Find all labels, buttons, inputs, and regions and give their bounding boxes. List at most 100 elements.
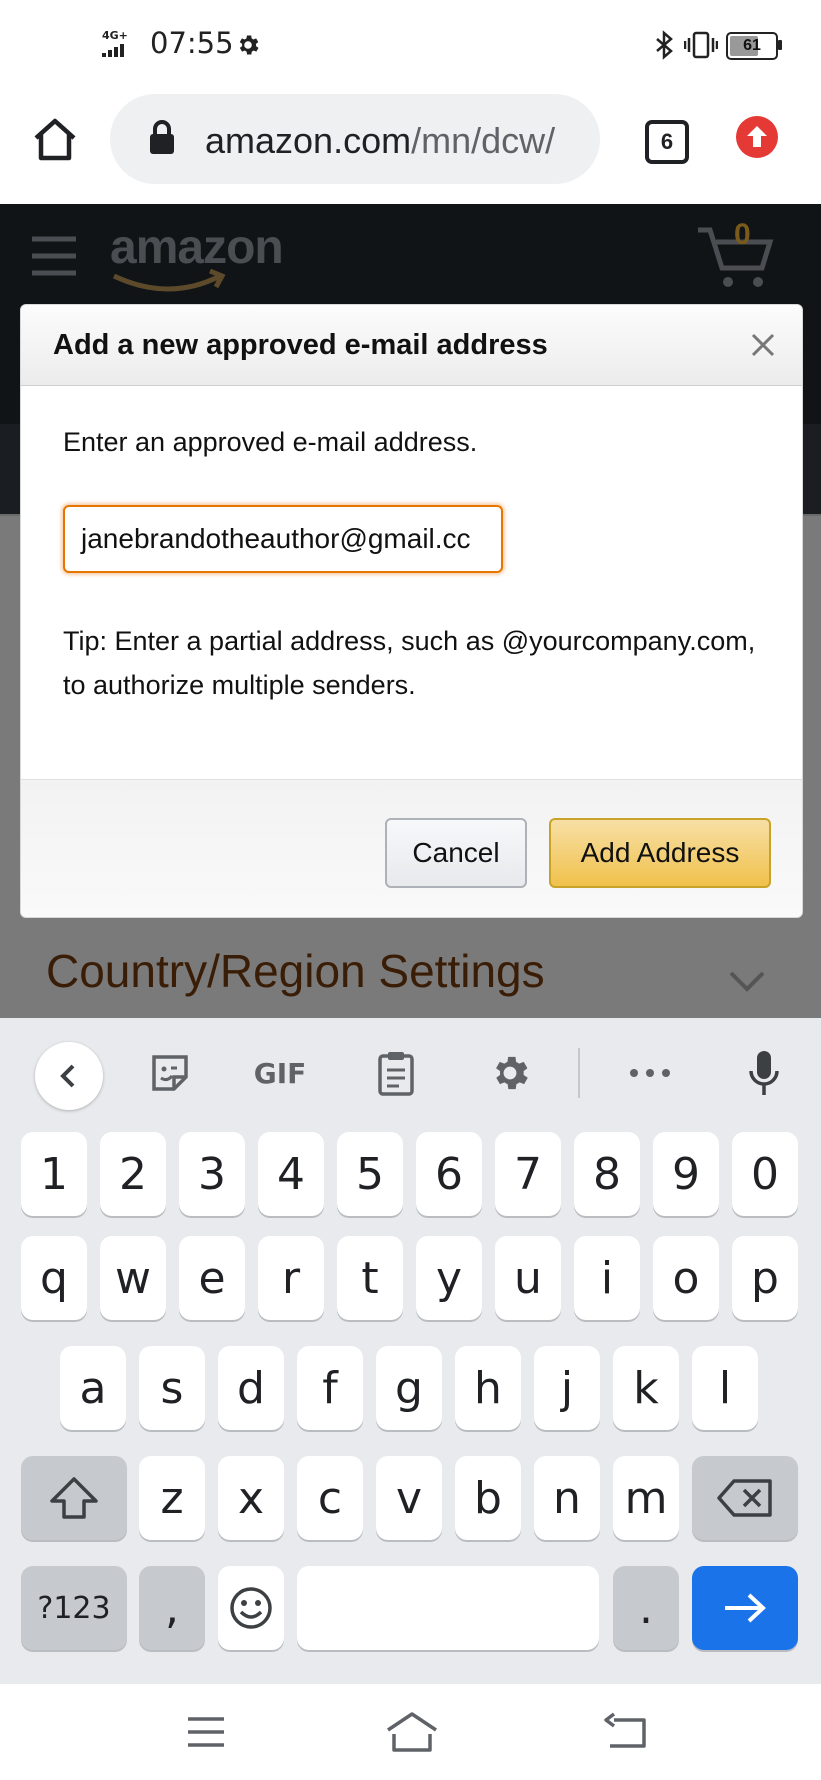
- gif-button[interactable]: GIF: [248, 1040, 312, 1106]
- sticker-button[interactable]: [140, 1040, 200, 1106]
- key-c[interactable]: c: [297, 1456, 363, 1540]
- status-bar: 4G+ 07:55 61: [0, 0, 821, 90]
- voice-input-button[interactable]: [734, 1040, 794, 1106]
- space-bar[interactable]: [297, 1566, 599, 1650]
- key-m[interactable]: m: [613, 1456, 679, 1540]
- key-d[interactable]: d: [218, 1346, 284, 1430]
- key-p[interactable]: p: [732, 1236, 798, 1320]
- hamburger-menu-icon[interactable]: [30, 234, 78, 278]
- toolbar-separator: [578, 1048, 580, 1098]
- vibrate-icon: [684, 31, 718, 59]
- key-o[interactable]: o: [653, 1236, 719, 1320]
- enter-key[interactable]: [692, 1566, 798, 1650]
- cancel-button[interactable]: Cancel: [385, 818, 527, 888]
- email-input[interactable]: janebrandotheauthor@gmail.cc: [63, 505, 503, 573]
- key-e[interactable]: e: [179, 1236, 245, 1320]
- comma-key[interactable]: ,: [139, 1566, 205, 1650]
- battery-icon: 61: [726, 32, 778, 60]
- country-region-heading: Country/Region Settings: [46, 945, 545, 997]
- gear-icon: [496, 1056, 528, 1090]
- key-j[interactable]: j: [534, 1346, 600, 1430]
- key-0[interactable]: 0: [732, 1132, 798, 1216]
- key-7[interactable]: 7: [495, 1132, 561, 1216]
- key-6[interactable]: 6: [416, 1132, 482, 1216]
- period-key[interactable]: .: [613, 1566, 679, 1650]
- chevron-left-icon: [60, 1064, 75, 1088]
- microphone-icon: [749, 1051, 779, 1095]
- clipboard-button[interactable]: [366, 1040, 426, 1106]
- key-3[interactable]: 3: [179, 1132, 245, 1216]
- system-navigation-bar: [0, 1684, 821, 1780]
- key-2[interactable]: 2: [100, 1132, 166, 1216]
- key-9[interactable]: 9: [653, 1132, 719, 1216]
- sticker-icon: [152, 1055, 188, 1091]
- dialog-tip: Tip: Enter a partial address, such as @y…: [63, 626, 756, 700]
- on-screen-keyboard: GIF 1 2 3 4 5 6 7 8 9 0 q w e r t y u i …: [0, 1018, 821, 1684]
- key-g[interactable]: g: [376, 1346, 442, 1430]
- key-z[interactable]: z: [139, 1456, 205, 1540]
- settings-gear-icon: [239, 35, 259, 55]
- key-8[interactable]: 8: [574, 1132, 640, 1216]
- arrow-right-icon: [725, 1593, 766, 1623]
- update-arrow-icon: [747, 126, 767, 147]
- emoji-key[interactable]: [218, 1566, 284, 1650]
- shift-key[interactable]: [21, 1456, 127, 1540]
- emoji-icon: [230, 1587, 272, 1629]
- key-x[interactable]: x: [218, 1456, 284, 1540]
- backspace-key[interactable]: [692, 1456, 798, 1540]
- more-options-button[interactable]: [620, 1040, 680, 1106]
- recent-apps-icon[interactable]: [184, 1714, 228, 1750]
- key-r[interactable]: r: [258, 1236, 324, 1320]
- key-s[interactable]: s: [139, 1346, 205, 1430]
- key-a[interactable]: a: [60, 1346, 126, 1430]
- lock-icon: [150, 120, 174, 154]
- clock: 07:55: [150, 26, 234, 60]
- update-button[interactable]: [736, 116, 778, 158]
- key-u[interactable]: u: [495, 1236, 561, 1320]
- amazon-logo[interactable]: amazon: [110, 220, 284, 275]
- dialog-prompt: Enter an approved e-mail address.: [63, 427, 478, 457]
- symbols-key[interactable]: ?123: [21, 1566, 127, 1650]
- tab-switcher-button[interactable]: 6: [645, 120, 689, 164]
- url-text: amazon.com/mn/dcw/: [205, 120, 556, 161]
- key-l[interactable]: l: [692, 1346, 758, 1430]
- close-icon[interactable]: [743, 325, 783, 365]
- clipboard-icon: [378, 1052, 414, 1096]
- more-horizontal-icon: [630, 1069, 670, 1077]
- key-n[interactable]: n: [534, 1456, 600, 1540]
- bluetooth-icon: [656, 30, 673, 60]
- key-w[interactable]: w: [100, 1236, 166, 1320]
- battery-tip: [778, 40, 782, 50]
- key-y[interactable]: y: [416, 1236, 482, 1320]
- address-bar[interactable]: amazon.com/mn/dcw/: [110, 94, 600, 184]
- key-4[interactable]: 4: [258, 1132, 324, 1216]
- key-v[interactable]: v: [376, 1456, 442, 1540]
- key-b[interactable]: b: [455, 1456, 521, 1540]
- dialog-title: Add a new approved e-mail address: [53, 329, 548, 361]
- key-k[interactable]: k: [613, 1346, 679, 1430]
- key-f[interactable]: f: [297, 1346, 363, 1430]
- browser-toolbar: amazon.com/mn/dcw/ 6: [0, 90, 821, 204]
- network-indicator: 4G+: [102, 30, 138, 57]
- amazon-smile-icon: [112, 268, 226, 292]
- back-nav-icon[interactable]: [600, 1712, 650, 1752]
- chevron-down-icon: [729, 971, 765, 992]
- home-icon[interactable]: [30, 114, 80, 164]
- key-q[interactable]: q: [21, 1236, 87, 1320]
- signal-icon: [102, 44, 124, 57]
- keyboard-back-button[interactable]: [35, 1042, 103, 1110]
- shift-icon: [50, 1477, 98, 1519]
- key-5[interactable]: 5: [337, 1132, 403, 1216]
- keyboard-settings-button[interactable]: [480, 1040, 540, 1106]
- key-i[interactable]: i: [574, 1236, 640, 1320]
- key-h[interactable]: h: [455, 1346, 521, 1430]
- add-address-button[interactable]: Add Address: [549, 818, 771, 888]
- dialog-footer: Cancel Add Address: [21, 779, 802, 917]
- home-nav-icon[interactable]: [384, 1710, 440, 1754]
- cart-count: 0: [734, 218, 751, 251]
- key-1[interactable]: 1: [21, 1132, 87, 1216]
- keyboard-toolbar: GIF: [0, 1018, 821, 1130]
- backspace-icon: [717, 1479, 772, 1517]
- dialog-header: Add a new approved e-mail address: [21, 305, 802, 386]
- key-t[interactable]: t: [337, 1236, 403, 1320]
